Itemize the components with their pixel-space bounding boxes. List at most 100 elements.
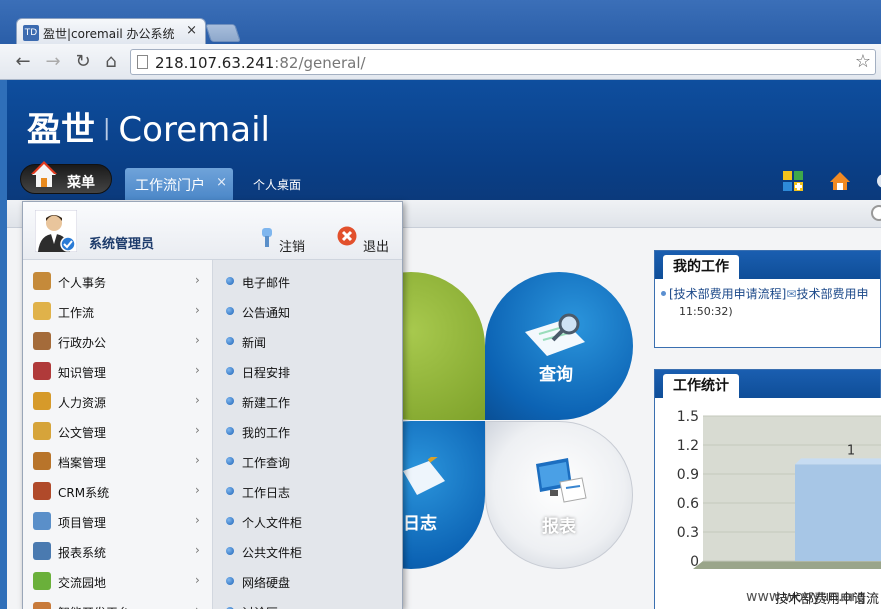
magnifier-document-icon xyxy=(525,313,585,356)
search-circle-icon[interactable] xyxy=(871,205,881,221)
menu-subitem[interactable]: 公告通知 xyxy=(213,296,402,326)
menu-category-label: 人力资源 xyxy=(58,396,107,410)
mail-icon: ✉ xyxy=(786,287,797,301)
bullet-icon xyxy=(226,487,234,495)
menu-subitem[interactable]: 个人文件柜 xyxy=(213,506,402,536)
report-printer-icon xyxy=(33,542,51,560)
menu-subitem-label: 新建工作 xyxy=(242,396,291,410)
menu-category-label: 报表系统 xyxy=(58,546,107,560)
work-stats-chart: 1.5 1.2 0.9 0.6 0.3 0 1 技术部费用申请流 xyxy=(655,398,881,609)
y-tick-label: 0.9 xyxy=(677,467,699,483)
bookmark-star-icon[interactable]: ☆ xyxy=(855,51,871,72)
chevron-right-icon: › xyxy=(195,513,200,527)
forward-arrow-icon[interactable]: → xyxy=(42,51,64,73)
menu-subitem-label: 个人文件柜 xyxy=(242,516,303,530)
bullet-icon xyxy=(226,547,234,555)
menu-category-label: 档案管理 xyxy=(58,456,107,470)
menu-category-item[interactable]: 智能开发平台 › xyxy=(23,596,213,609)
menu-category-item[interactable]: 个人事务 › xyxy=(23,266,213,296)
add-module-icon[interactable] xyxy=(782,170,804,192)
menu-category-item[interactable]: 交流园地 › xyxy=(23,566,213,596)
menu-category-item[interactable]: 项目管理 › xyxy=(23,506,213,536)
chevron-right-icon: › xyxy=(195,603,200,609)
home-icon[interactable]: ⌂ xyxy=(100,51,122,73)
back-arrow-icon[interactable]: ← xyxy=(12,51,34,73)
menu-category-label: 智能开发平台 xyxy=(58,604,130,609)
main-menu-button[interactable]: 菜单 xyxy=(20,161,112,194)
bar-top xyxy=(795,458,881,465)
main-menu-dropdown: 系统管理员 注销 退出 个人事务 › 工作流 › 行政办公 › 知识管理 › 人力资源 › 公文管理… xyxy=(22,201,403,609)
menu-subitem[interactable]: 工作日志 xyxy=(213,476,402,506)
bullet-icon xyxy=(226,577,234,585)
menu-category-label: 公文管理 xyxy=(58,426,107,440)
menu-subitem[interactable]: 公共文件柜 xyxy=(213,536,402,566)
browser-tab-title: 盈世|coremail 办公系统 xyxy=(43,27,175,41)
tab-workflow-portal[interactable]: 工作流门户 × xyxy=(125,168,233,200)
menu-subitem-label: 工作查询 xyxy=(242,456,291,470)
bullet-icon xyxy=(226,277,234,285)
browser-tab[interactable]: TD 盈世|coremail 办公系统 × xyxy=(16,18,206,46)
tab-close-icon[interactable]: × xyxy=(186,23,197,38)
address-bar[interactable]: 218.107.63.241:82/general/ ☆ xyxy=(130,49,876,75)
work-stats-panel: 工作统计 1.5 1.2 0.9 0.6 0.3 0 1 技术部费用申请流 xyxy=(654,369,881,609)
y-tick-label: 0 xyxy=(690,554,699,570)
gear-icon[interactable] xyxy=(873,170,881,192)
chevron-right-icon: › xyxy=(195,303,200,317)
url-text: 218.107.63.241:82/general/ xyxy=(155,54,366,72)
user-name: 系统管理员 xyxy=(89,237,155,252)
menu-subitem[interactable]: 网络硬盘 xyxy=(213,566,402,596)
menu-category-item[interactable]: 公文管理 › xyxy=(23,416,213,446)
workflow-icon xyxy=(33,302,51,320)
monitor-report-icon xyxy=(536,458,587,503)
favicon-icon: TD xyxy=(23,25,39,41)
menu-subitem[interactable]: 我的工作 xyxy=(213,416,402,446)
bar-data-label: 1 xyxy=(847,443,855,458)
menu-subitem-label: 讨论区 xyxy=(242,604,278,609)
browser-titlebar: TD 盈世|coremail 办公系统 × xyxy=(0,0,881,46)
work-item[interactable]: [技术部费用申请流程]✉技术部费用申 xyxy=(661,285,868,302)
menu-category-item[interactable]: 人力资源 › xyxy=(23,386,213,416)
menu-category-label: 知识管理 xyxy=(58,366,107,380)
menu-category-item[interactable]: CRM系统 › xyxy=(23,476,213,506)
chevron-right-icon: › xyxy=(195,363,200,377)
query-tile[interactable]: 查询 xyxy=(485,272,633,420)
logout-button[interactable]: 注销 xyxy=(259,228,305,255)
menu-category-label: 工作流 xyxy=(58,306,95,320)
tab-personal-desktop[interactable]: 个人桌面 xyxy=(253,176,301,193)
menu-subitem[interactable]: 工作查询 xyxy=(213,446,402,476)
menu-category-item[interactable]: 报表系统 › xyxy=(23,536,213,566)
logo: 盈世 | Coremail xyxy=(27,110,270,150)
bullet-icon xyxy=(226,427,234,435)
chevron-right-icon: › xyxy=(195,483,200,497)
menu-subitem[interactable]: 讨论区 xyxy=(213,596,402,609)
menu-subitem[interactable]: 新建工作 xyxy=(213,386,402,416)
close-icon[interactable]: × xyxy=(216,175,227,190)
book-icon xyxy=(33,362,51,380)
reload-icon[interactable]: ↻ xyxy=(72,51,94,73)
menu-category-label: 项目管理 xyxy=(58,516,107,530)
people-icon xyxy=(33,272,51,290)
menu-category-item[interactable]: 工作流 › xyxy=(23,296,213,326)
menu-category-item[interactable]: 行政办公 › xyxy=(23,326,213,356)
document-pen-icon xyxy=(33,422,51,440)
pen-notebook-icon xyxy=(403,457,445,495)
menu-subitem[interactable]: 电子邮件 xyxy=(213,266,402,296)
report-tile[interactable]: 报表 xyxy=(485,421,633,569)
menu-subitem[interactable]: 日程安排 xyxy=(213,356,402,386)
menu-category-item[interactable]: 档案管理 › xyxy=(23,446,213,476)
menu-subitem-label: 工作日志 xyxy=(242,486,291,500)
new-tab-button[interactable] xyxy=(205,24,241,42)
bullet-icon xyxy=(226,337,234,345)
chevron-right-icon: › xyxy=(195,573,200,587)
menu-subitem[interactable]: 新闻 xyxy=(213,326,402,356)
browser-toolbar: ← → ↻ ⌂ 218.107.63.241:82/general/ ☆ xyxy=(0,44,881,80)
chat-icon xyxy=(33,572,51,590)
menu-subitem-label: 网络硬盘 xyxy=(242,576,291,590)
menu-category-label: 个人事务 xyxy=(58,276,107,290)
work-stats-title: 工作统计 xyxy=(663,374,739,398)
archive-icon xyxy=(33,452,51,470)
menu-category-label: 交流园地 xyxy=(58,576,107,590)
chevron-right-icon: › xyxy=(195,543,200,557)
home-settings-icon[interactable] xyxy=(829,170,851,192)
menu-category-item[interactable]: 知识管理 › xyxy=(23,356,213,386)
